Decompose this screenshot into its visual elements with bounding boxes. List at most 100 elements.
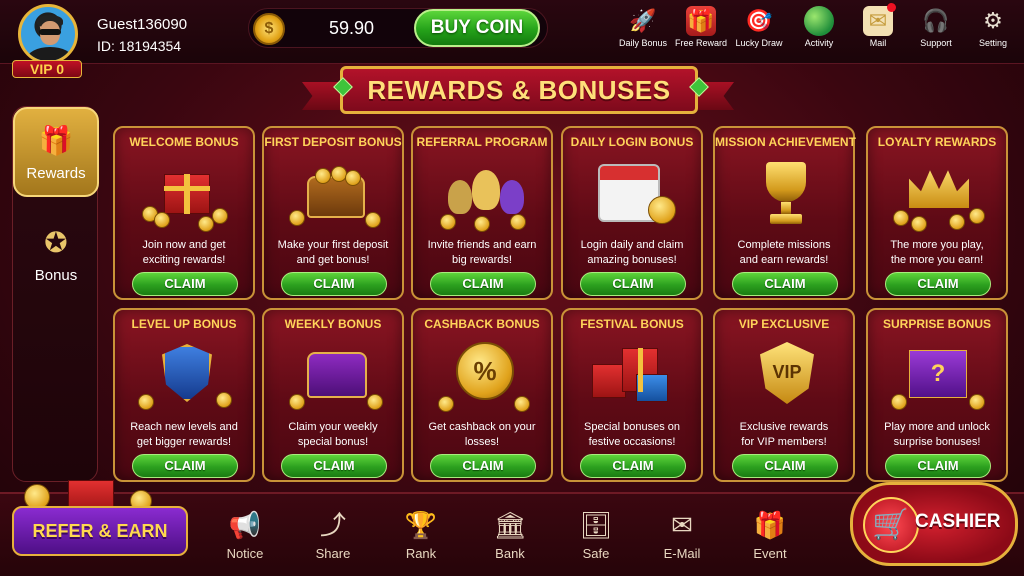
claim-button[interactable]: CLAIM [732,454,838,478]
event-gift-icon: 🎁 [753,510,787,540]
nav-safe[interactable]: 🗄 Safe [564,508,628,568]
card-title: VIP EXCLUSIVE [738,317,830,331]
lucky-draw-icon: 🎯 [745,8,773,33]
card-title: FESTIVAL BONUS [580,317,684,331]
card-description: Play more and unlock surprise bonuses! [884,421,990,448]
card-first-deposit-bonus[interactable]: FIRST DEPOSIT BONUS Make your first depo… [262,126,404,300]
card-description: The more you play, the more you earn! [890,239,984,266]
mail-button[interactable]: ✉ Mail [847,3,909,56]
surprise-box-icon: ? [889,338,989,418]
card-title: WELCOME BONUS [129,135,239,149]
card-vip-exclusive[interactable]: VIP EXCLUSIVE VIP Exclusive rewards for V… [713,308,855,482]
card-referral-program[interactable]: REFERRAL PROGRAM Invite friends and earn… [411,126,553,300]
card-title: WEEKLY BONUS [284,317,382,331]
sidebar-item-bonus[interactable]: ✪ Bonus [13,211,99,301]
nav-label: Share [315,546,351,561]
refer-and-earn-button[interactable]: REFER & EARN [12,470,188,570]
cashier-label: CASHIER [915,511,1001,532]
card-description: Get cashback on your losses! [428,421,536,448]
card-title: DAILY LOGIN BONUS [570,135,694,149]
claim-button[interactable]: CLAIM [430,454,536,478]
avatar[interactable]: VIP 0 [12,4,82,78]
purple-chest-icon [285,338,385,418]
nav-notice[interactable]: 📢 Notice [213,508,277,568]
mail-label: Mail [869,38,887,48]
card-loyalty-rewards[interactable]: LOYALTY REWARDS The more you play, the mo… [866,126,1008,300]
claim-button[interactable]: CLAIM [580,454,686,478]
shield-icon [136,338,236,418]
nav-label: Notice [226,546,264,561]
card-daily-login-bonus[interactable]: DAILY LOGIN BONUS Login daily and claim a… [561,126,703,300]
lucky-draw-label: Lucky Draw [735,38,783,48]
sidebar: 🎁 Rewards ✪ Bonus [12,106,99,482]
setting-button[interactable]: ⚙ Setting [962,6,1024,56]
nav-share[interactable]: ⤴ Share [301,508,365,568]
card-level-up-bonus[interactable]: LEVEL UP BONUS Reach new levels and get b… [113,308,255,482]
sidebar-item-rewards[interactable]: 🎁 Rewards [13,107,99,197]
claim-button[interactable]: CLAIM [430,272,536,296]
free-reward-button[interactable]: 🎁 Free Reward [670,6,732,56]
envelope-icon: ✉ [671,510,693,540]
claim-button[interactable]: CLAIM [132,272,238,296]
card-title: LEVEL UP BONUS [131,317,237,331]
crown-icon [889,156,989,236]
vip-badge: VIP 0 [12,60,82,78]
nav-event[interactable]: 🎁 Event [738,508,802,568]
claim-button[interactable]: CLAIM [281,454,387,478]
top-bar: VIP 0 Guest136090 ID: 18194354 $ 59.90 B… [0,0,1024,78]
card-title: CASHBACK BONUS [424,317,540,331]
claim-button[interactable]: CLAIM [885,272,991,296]
nav-bank[interactable]: 🏛 Bank [478,508,542,568]
user-id: ID: 18194354 [97,38,182,54]
gifts-icon [584,338,684,418]
gift-icon: 🎁 [686,6,716,36]
megaphone-icon: 📢 [228,510,262,540]
refer-and-earn-label: REFER & EARN [12,506,188,556]
card-title: MISSION ACHIEVEMENT [715,135,856,149]
activity-button[interactable]: Activity [788,6,850,56]
avatar-image [18,4,78,64]
claim-button[interactable]: CLAIM [580,272,686,296]
buy-coin-button[interactable]: BUY COIN [414,9,540,47]
card-weekly-bonus[interactable]: WEEKLY BONUS Claim your weekly special bo… [262,308,404,482]
nav-label: E-Mail [663,546,701,561]
card-title: LOYALTY REWARDS [877,135,997,149]
claim-button[interactable]: CLAIM [732,272,838,296]
trophy-icon [736,156,836,236]
card-cashback-bonus[interactable]: CASHBACK BONUS % Get cashback on your los… [411,308,553,482]
card-surprise-bonus[interactable]: SURPRISE BONUS ? Play more and unlock sur… [866,308,1008,482]
card-title: REFERRAL PROGRAM [416,135,548,149]
card-description: Join now and get exciting rewards! [142,239,226,266]
card-mission-achievement[interactable]: MISSION ACHIEVEMENT Complete missions and… [713,126,856,300]
support-button[interactable]: 🎧 Support [905,6,967,56]
nav-rank[interactable]: 🏆 Rank [389,508,453,568]
nav-email[interactable]: ✉ E-Mail [650,508,714,568]
claim-button[interactable]: CLAIM [885,454,991,478]
people-icon [434,156,534,236]
top-icon-bar: 🚀 Daily Bonus 🎁 Free Reward 🎯 Lucky Draw… [612,3,1024,56]
card-description: Login daily and claim amazing bonuses! [580,239,684,266]
lucky-draw-button[interactable]: 🎯 Lucky Draw [728,6,790,56]
nav-label: Bank [495,546,525,561]
daily-bonus-button[interactable]: 🚀 Daily Bonus [612,6,674,56]
coin-icon: $ [253,13,285,45]
card-description: Reach new levels and get bigger rewards! [130,421,238,448]
bank-icon: 🏛 [493,510,527,540]
gift-box-icon [136,156,236,236]
nav-label: Safe [582,546,610,561]
mail-icon: ✉ [863,3,896,36]
activity-label: Activity [804,38,834,48]
notification-dot [887,3,896,12]
nav-label: Event [753,546,787,561]
gear-icon: ⚙ [983,8,1003,33]
card-welcome-bonus[interactable]: WELCOME BONUS Join now and get exciting r… [113,126,255,300]
daily-bonus-label: Daily Bonus [618,38,668,48]
rocket-icon: 🚀 [629,8,657,33]
cashier-button[interactable]: 🛒 CASHIER [850,482,1018,566]
safe-icon: 🗄 [579,510,613,540]
card-festival-bonus[interactable]: FESTIVAL BONUS Special bonuses on festive… [561,308,703,482]
claim-button[interactable]: CLAIM [281,272,387,296]
globe-icon [804,6,834,36]
free-reward-label: Free Reward [674,38,728,48]
sidebar-item-label: Rewards [26,165,86,182]
